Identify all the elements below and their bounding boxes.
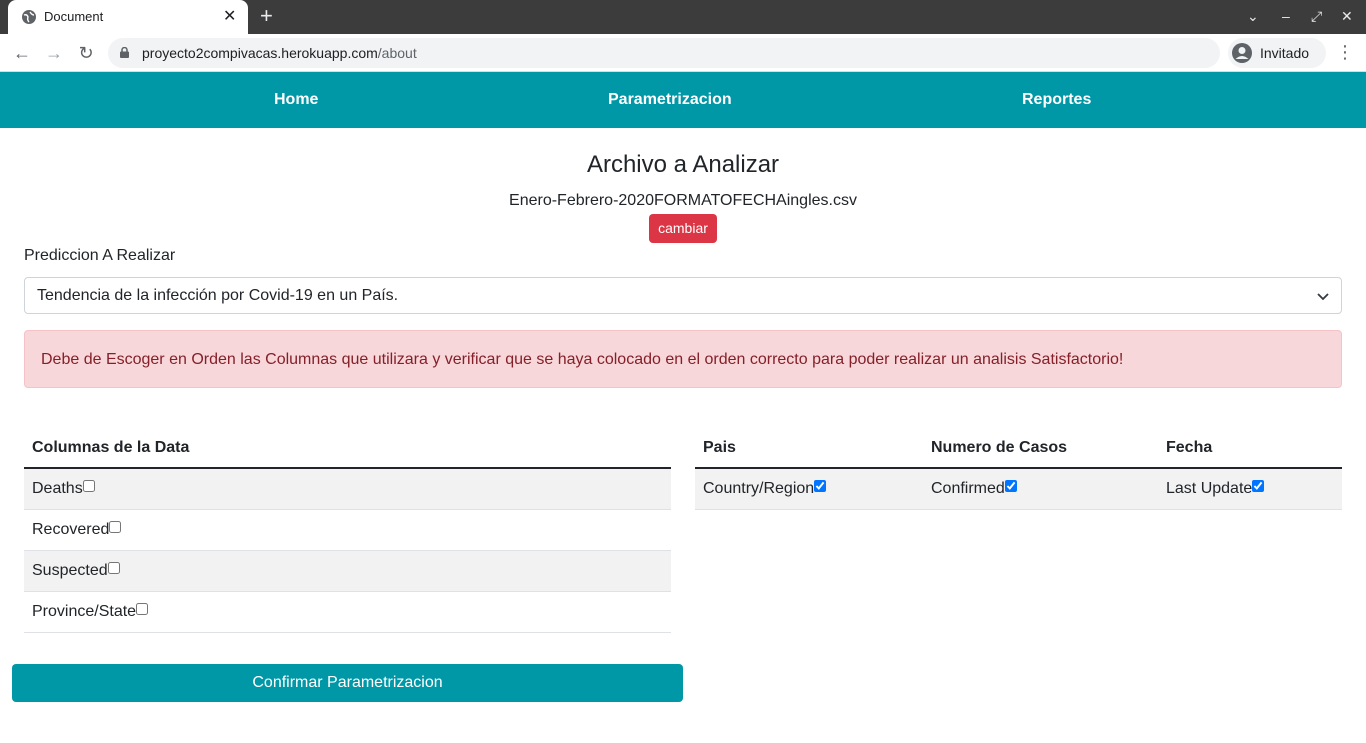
table-row: Country/Region Confirmed Last Update <box>695 468 1342 510</box>
close-tab-icon[interactable]: ✕ <box>223 6 236 26</box>
column-label: Suspected <box>32 561 108 579</box>
data-columns-header: Columnas de la Data <box>24 428 671 469</box>
column-checkbox-province-state[interactable] <box>136 602 149 615</box>
profile-button[interactable]: Invitado <box>1228 38 1326 68</box>
profile-label: Invitado <box>1260 45 1310 61</box>
table-row: Province/State <box>24 591 671 633</box>
nav-home[interactable]: Home <box>274 91 318 109</box>
prediction-label: Prediccion A Realizar <box>24 247 176 264</box>
column-checkbox-recovered[interactable] <box>109 520 122 533</box>
page-title: Archivo a Analizar <box>586 151 780 178</box>
selected-label: Confirmed <box>931 479 1005 497</box>
browser-toolbar: ← → ↻ proyecto2compivacas.herokuapp.com/… <box>0 34 1366 72</box>
avatar-icon <box>1232 43 1252 63</box>
nav-reportes[interactable]: Reportes <box>1022 91 1091 109</box>
column-label: Recovered <box>32 520 110 538</box>
app-navbar: Home Parametrizacion Reportes <box>0 72 1366 128</box>
column-checkbox-suspected[interactable] <box>107 561 120 574</box>
selected-label: Country/Region <box>703 479 815 497</box>
file-name: Enero-Febrero-2020FORMATOFECHAingles.csv <box>509 192 857 209</box>
change-file-button[interactable]: cambiar <box>649 214 717 243</box>
selected-checkbox-last-update[interactable] <box>1252 479 1265 492</box>
tab-title: Document <box>44 9 104 24</box>
column-checkbox-deaths[interactable] <box>82 479 95 492</box>
header-numero-de-casos: Numero de Casos <box>923 428 1158 469</box>
menu-icon[interactable]: ⋮ <box>1336 42 1354 63</box>
selected-columns-table: Pais Numero de Casos Fecha Country/Regio… <box>695 428 1342 510</box>
globe-icon <box>22 10 36 24</box>
lock-icon <box>120 47 129 58</box>
nav-parametrizacion[interactable]: Parametrizacion <box>608 91 732 109</box>
confirm-parametrizacion-button[interactable]: Confirmar Parametrizacion <box>12 664 683 702</box>
table-row: Suspected <box>24 550 671 592</box>
column-label: Deaths <box>32 479 83 497</box>
url-text: proyecto2compivacas.herokuapp.com/about <box>142 45 417 61</box>
forward-icon[interactable]: → <box>43 42 65 64</box>
prediction-selected-value: Tendencia de la infección por Covid-19 e… <box>37 287 399 304</box>
warning-alert: Debe de Escoger en Orden las Columnas qu… <box>24 330 1342 388</box>
table-row: Deaths <box>24 468 671 510</box>
restore-icon[interactable]: ⤢ <box>1311 8 1322 25</box>
chevron-down-icon <box>1317 293 1329 301</box>
browser-tab-bar: Document ✕ + ⌄ – ⤢ ✕ <box>0 0 1366 34</box>
alert-text: Debe de Escoger en Orden las Columnas qu… <box>41 351 1124 368</box>
column-label: Province/State <box>32 602 137 620</box>
header-fecha: Fecha <box>1158 428 1342 469</box>
back-icon[interactable]: ← <box>11 42 33 64</box>
selected-checkbox-country-region[interactable] <box>814 479 827 492</box>
selected-label: Last Update <box>1166 479 1253 497</box>
new-tab-icon[interactable]: + <box>260 4 273 28</box>
table-row: Recovered <box>24 509 671 551</box>
reload-icon[interactable]: ↻ <box>75 42 97 64</box>
selected-checkbox-confirmed[interactable] <box>1004 479 1017 492</box>
prediction-select[interactable]: Tendencia de la infección por Covid-19 e… <box>24 277 1342 314</box>
close-window-icon[interactable]: ✕ <box>1341 8 1353 25</box>
minimize-icon[interactable]: – <box>1282 8 1290 24</box>
browser-tab[interactable]: Document ✕ <box>8 0 248 34</box>
header-pais: Pais <box>695 428 923 469</box>
data-columns-table: Columnas de la Data Deaths Recovered Sus… <box>24 428 671 633</box>
address-bar[interactable]: proyecto2compivacas.herokuapp.com/about <box>108 38 1220 68</box>
tab-search-icon[interactable]: ⌄ <box>1247 8 1259 25</box>
